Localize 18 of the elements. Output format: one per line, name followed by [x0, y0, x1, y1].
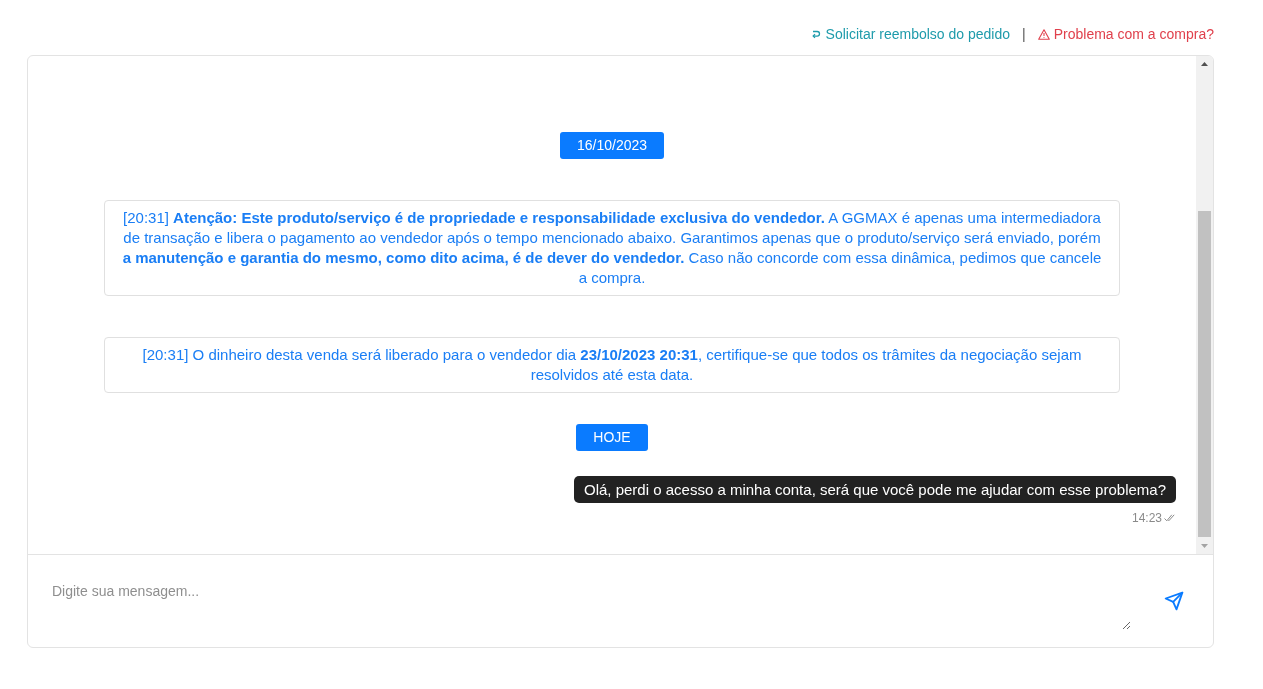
- return-arrow-icon: [811, 30, 821, 39]
- double-check-icon: [1164, 514, 1175, 522]
- scrollbar[interactable]: [1196, 56, 1213, 554]
- date-badge: 16/10/2023: [559, 132, 665, 159]
- scrollbar-thumb[interactable]: [1198, 210, 1211, 538]
- warning-icon: [1037, 29, 1050, 40]
- message-time: 14:23: [1131, 510, 1162, 527]
- separator: |: [1022, 25, 1026, 44]
- system-message: [20:31] Atenção: Este produto/serviço é de propriedade e responsabilidade exclusiva do vendedor. A GGMAX é apenas uma intermediadora de transação e libera o pagamento ao vendedor após o tempo mencionado abaixo. Garantimos apenas que o produto/serviço será enviado, porém a manutenção e garantia do mesmo, como dito acima, é de dever do vendedor. Caso não concorde com essa dinâmica, pedimos que cancele a compra.: [104, 200, 1120, 296]
- down-arrow-icon[interactable]: [1201, 543, 1208, 548]
- system-message: [20:31] O dinheiro desta venda será liberado para o vendedor dia 23/10/2023 20:31, certifique-se que todos os trâmites da negociação sejam resolvidos até esta data.: [104, 337, 1120, 393]
- refund-link[interactable]: Solicitar reembolso do pedido: [811, 24, 1011, 45]
- message-bubble: Olá, perdi o acesso a minha conta, será que você pode me ajudar com esse problema?: [574, 476, 1176, 503]
- message-input[interactable]: Digite sua mensagem...: [40, 572, 1131, 630]
- send-icon: [1164, 591, 1184, 611]
- up-arrow-icon[interactable]: [1201, 62, 1208, 67]
- date-badge: HOJE: [576, 424, 648, 451]
- problem-link[interactable]: Problema com a compra?: [1037, 24, 1214, 45]
